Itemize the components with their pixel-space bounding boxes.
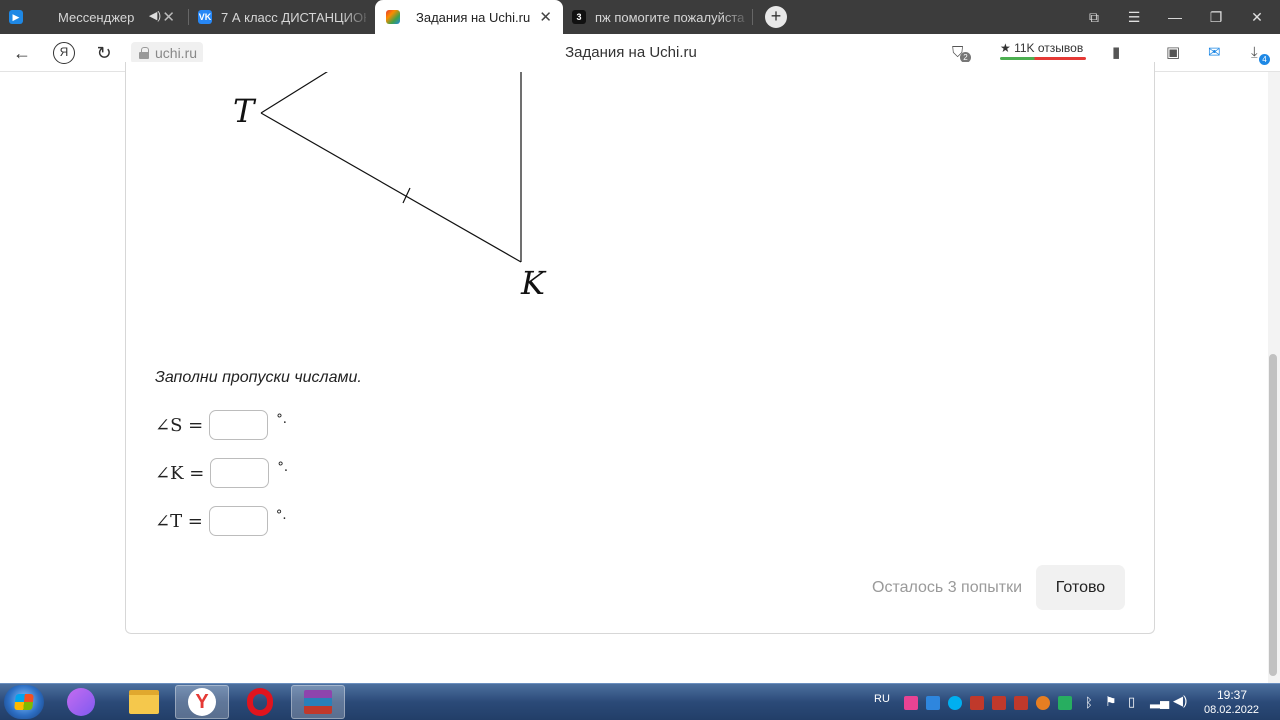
taskbar: Y RU ᛒ ⚑ ▯ ▂▄ ◀) 19:37 08.02.2022	[0, 683, 1280, 720]
angle-k-label: ∠K =	[155, 462, 205, 484]
yandex-browser-icon: Y	[188, 688, 216, 716]
tabs-overview-icon[interactable]: ⧉	[1083, 6, 1105, 28]
downloads-icon[interactable]: ⤓	[1251, 42, 1258, 64]
tab-messenger[interactable]: Мессенджер ◀) ✕	[40, 0, 185, 34]
angle-k-row: ∠K = °.	[155, 458, 288, 488]
tab-label: Мессенджер	[58, 9, 135, 25]
tab-label: Задания на Uchi.ru	[416, 9, 531, 25]
side-ts	[260, 72, 328, 114]
done-button[interactable]: Готово	[1036, 565, 1125, 610]
collections-icon[interactable]: ▣	[1166, 42, 1180, 64]
angle-s-row: ∠S = °.	[155, 410, 287, 440]
taskbar-explorer[interactable]	[117, 685, 171, 719]
angle-s-input[interactable]	[209, 410, 269, 440]
browser-menu-icon[interactable]: ▶	[9, 10, 23, 24]
tray-app-icon[interactable]	[1014, 696, 1028, 710]
volume-icon[interactable]: ◀)	[1173, 693, 1187, 709]
angle-t-label: ∠T =	[155, 510, 203, 532]
uchi-icon	[386, 10, 400, 24]
downloads-badge: 4	[1259, 54, 1270, 65]
bluetooth-icon[interactable]: ᛒ	[1085, 695, 1093, 710]
tab-znanija[interactable]: 3 пж помогите пожалуйста	[566, 0, 751, 34]
minimize-icon[interactable]: —	[1164, 6, 1186, 28]
menu-icon[interactable]: ☰	[1123, 6, 1145, 28]
speaker-icon[interactable]: ◀)	[149, 9, 161, 22]
task-instruction: Заполни пропуски числами.	[155, 369, 362, 386]
tray-app-icon[interactable]	[1058, 696, 1072, 710]
angle-t-suffix: °.	[275, 507, 287, 523]
vk-icon: VK	[198, 10, 212, 24]
tray-app-icon[interactable]	[1036, 696, 1050, 710]
tab-fade	[342, 0, 372, 34]
vertex-label-k: K	[521, 264, 545, 302]
opera-icon	[247, 688, 273, 716]
taskbar-alice[interactable]	[54, 685, 108, 719]
taskbar-opera[interactable]	[233, 685, 287, 719]
taskbar-winrar[interactable]	[291, 685, 345, 719]
side-tk	[260, 112, 522, 263]
angle-t-input[interactable]	[208, 506, 268, 536]
triangle-figure	[260, 72, 522, 263]
alice-icon	[67, 688, 95, 716]
close-window-icon[interactable]: ✕	[1246, 6, 1268, 28]
tray-app-icon[interactable]	[904, 696, 918, 710]
language-indicator[interactable]: RU	[874, 693, 890, 705]
tab-divider	[752, 9, 753, 25]
tray-app-icon[interactable]	[970, 696, 984, 710]
network-icon[interactable]: ▂▄	[1150, 693, 1169, 709]
angle-t-row: ∠T = °.	[155, 506, 287, 536]
tray-app-icon[interactable]	[992, 696, 1006, 710]
angle-s-suffix: °.	[276, 411, 287, 427]
mail-icon[interactable]: ✉	[1208, 42, 1221, 64]
clock-time[interactable]: 19:37	[1217, 688, 1247, 702]
windows-logo-icon	[14, 694, 34, 710]
angle-k-suffix: °.	[277, 459, 288, 475]
close-icon[interactable]: ✕	[539, 8, 552, 26]
reviews-label[interactable]: ★ 11K отзывов	[1000, 41, 1083, 55]
page-content: T K Заполни пропуски числами. ∠S = °. ∠K…	[0, 62, 1268, 683]
scrollbar-thumb[interactable]	[1269, 354, 1277, 676]
close-icon[interactable]: ✕	[162, 8, 175, 26]
start-button[interactable]	[4, 685, 44, 719]
tab-fade	[721, 0, 751, 34]
angle-s-label: ∠S =	[155, 414, 204, 436]
restore-icon[interactable]: ❐	[1205, 6, 1227, 28]
tray-app-icon[interactable]	[926, 696, 940, 710]
battery-icon[interactable]: ▯	[1128, 694, 1135, 710]
tab-strip: ▶ Мессенджер ◀) ✕ VK 7 А класс ДИСТАНЦИО…	[0, 0, 1280, 34]
clock-date[interactable]: 08.02.2022	[1204, 704, 1259, 716]
folder-icon	[129, 690, 159, 714]
angle-k-input[interactable]	[210, 458, 270, 488]
new-tab-button[interactable]: +	[765, 6, 787, 28]
tab-uchi[interactable]: Задания на Uchi.ru ✕	[375, 0, 563, 34]
taskbar-yandex-browser[interactable]: Y	[175, 685, 229, 719]
vertex-label-t: T	[233, 92, 255, 130]
tab-vk[interactable]: VK 7 А класс ДИСТАНЦИОНН	[192, 0, 372, 34]
znanija-icon: 3	[572, 10, 586, 24]
attempts-remaining: Осталось 3 попытки	[872, 579, 1023, 596]
reviews-rating-bar	[1000, 57, 1086, 60]
winrar-icon	[304, 690, 332, 714]
flag-icon[interactable]: ⚑	[1105, 694, 1117, 710]
tab-divider	[188, 9, 189, 25]
bookmark-icon[interactable]: ▮	[1112, 42, 1120, 64]
skype-icon[interactable]	[948, 696, 962, 710]
